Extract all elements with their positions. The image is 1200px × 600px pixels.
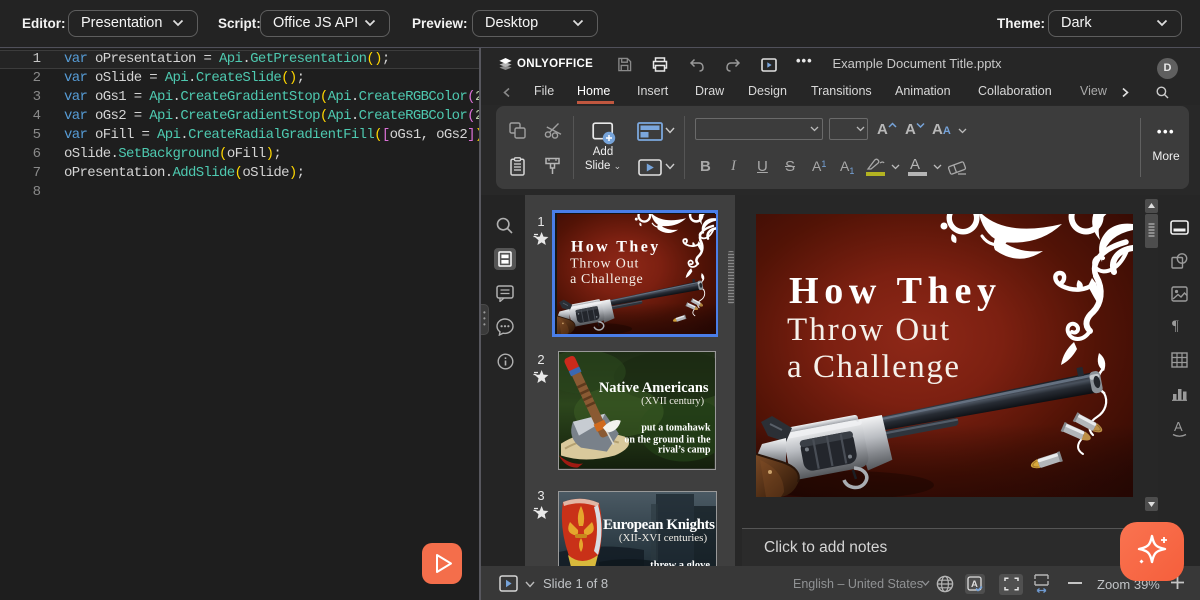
svg-text:A: A xyxy=(1174,419,1183,434)
